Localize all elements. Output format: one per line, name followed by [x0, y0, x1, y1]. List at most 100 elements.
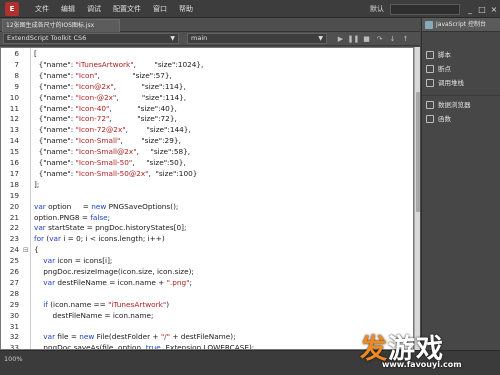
zoom-level[interactable]: 100% — [4, 355, 23, 363]
code-token: { — [34, 158, 44, 167]
panel-item-data-browser[interactable]: 数据浏览器 — [422, 98, 500, 112]
editor-scrollbar[interactable] — [414, 47, 420, 350]
code-line[interactable]: 31 — [1, 322, 413, 333]
string-token: "Icon-Small@2x" — [75, 147, 137, 157]
code-token: (icon.name == — [47, 299, 109, 309]
string-token: "Icon-72@2x" — [75, 125, 126, 135]
menu-help[interactable]: 帮助 — [173, 4, 199, 14]
target-app-select[interactable]: ExtendScript Toolkit CS6 ▼ — [3, 33, 179, 44]
function-select[interactable]: main ▼ — [187, 33, 327, 44]
code-line[interactable]: 9 {"name": "Icon@2x", "size":114}, — [1, 82, 413, 93]
code-token: destFileName = icon.name; — [34, 310, 154, 320]
menu-window[interactable]: 窗口 — [147, 4, 173, 14]
panel-item-callstack[interactable]: 调用堆栈 — [422, 76, 500, 90]
maximize-button[interactable]: □ — [476, 3, 488, 15]
menu-file[interactable]: 文件 — [29, 4, 55, 14]
line-number: 7 — [14, 59, 19, 69]
stop-icon[interactable]: ■ — [361, 33, 372, 44]
code-line[interactable]: 17 {"name": "Icon-Small-50@2x", "size":1… — [1, 169, 413, 180]
code-text: var option = new PNGSaveOptions(); — [34, 202, 178, 213]
menu-debug[interactable]: 调试 — [81, 4, 107, 14]
line-number: 28 — [9, 288, 19, 298]
window-controls: 默认 _ □ × — [370, 0, 500, 18]
code-line[interactable]: 7 {"name": "iTunesArtwork", "size":1024}… — [1, 60, 413, 71]
code-token: option.PNG8 = — [34, 212, 91, 222]
code-token: { — [34, 114, 44, 124]
document-tab[interactable]: 12张图生成各尺寸的IOS图标.jsx — [2, 19, 120, 32]
panel-item-label: 函数 — [438, 115, 451, 123]
menu-items: 文件 编辑 调试 配置文件 窗口 帮助 — [29, 4, 199, 14]
code-token: , "size":72}, — [109, 114, 177, 124]
panel-item-breakpoints[interactable]: 断点 — [422, 62, 500, 76]
line-number: 27 — [9, 277, 19, 287]
code-line[interactable]: 28 — [1, 289, 413, 300]
pause-icon[interactable]: ❚❚ — [348, 33, 360, 44]
code-line[interactable]: 19 — [1, 191, 413, 202]
code-line[interactable]: 16 {"name": "Icon-Small-50", "size":50}, — [1, 158, 413, 169]
code-token: startState = pngDoc.historyStates[0]; — [45, 223, 187, 233]
minimize-button[interactable]: _ — [464, 3, 476, 15]
code-line[interactable]: 29 if (icon.name == "iTunesArtwork") — [1, 300, 413, 311]
code-line[interactable]: 20 var option = new PNGSaveOptions(); — [1, 202, 413, 213]
code-line[interactable]: 30 destFileName = icon.name; — [1, 311, 413, 322]
code-line[interactable]: 10 {"name": "Icon-@2x", "size":114}, — [1, 93, 413, 104]
code-line[interactable]: 25 var icon = icons[i]; — [1, 256, 413, 267]
panel-item-label: 数据浏览器 — [438, 101, 471, 109]
code-text: pngDoc.saveAs(file, option, true, Extens… — [34, 343, 254, 349]
search-input[interactable] — [390, 3, 460, 15]
run-icon[interactable]: ▶ — [335, 33, 346, 44]
code-token: { — [34, 92, 44, 102]
line-number: 15 — [9, 147, 19, 157]
code-line[interactable]: 18]; — [1, 180, 413, 191]
menu-profile[interactable]: 配置文件 — [107, 4, 147, 14]
panel-item-functions[interactable]: 函数 — [422, 112, 500, 126]
keyword-token: for — [34, 234, 45, 244]
line-number: 26 — [9, 267, 19, 276]
code-line[interactable]: 32 var file = new File(destFolder + "/" … — [1, 332, 413, 343]
code-line[interactable]: 22 var startState = pngDoc.historyStates[… — [1, 223, 413, 234]
string-token: "Icon@2x" — [75, 81, 114, 91]
close-button[interactable]: × — [488, 3, 500, 15]
code-line[interactable]: 33 pngDoc.saveAs(file, option, true, Ext… — [1, 343, 413, 349]
code-line[interactable]: 23 for (var i = 0; i < icons.length; i++) — [1, 234, 413, 245]
menu-edit[interactable]: 编辑 — [55, 4, 81, 14]
console-tab[interactable]: JavaScript 控制台 — [422, 18, 500, 32]
scripts-icon — [426, 51, 434, 59]
document-tabstrip: 12张图生成各尺寸的IOS图标.jsx — [0, 18, 420, 32]
line-number: 32 — [9, 332, 19, 342]
code-token: i = 0; i < icons.length; i++) — [61, 234, 165, 244]
code-line[interactable]: 14 {"name": "Icon-Small", "size":29}, — [1, 136, 413, 147]
fold-icon[interactable]: ⊟ — [23, 245, 29, 256]
step-out-icon[interactable]: ↑ — [400, 33, 411, 44]
line-number: 8 — [14, 70, 19, 80]
scrollbar-thumb[interactable] — [416, 92, 420, 212]
code-line[interactable]: 24 ⊟ { — [1, 245, 413, 256]
code-line[interactable]: 27 var destFileName = icon.name + ".png"… — [1, 278, 413, 289]
code-line[interactable]: 15 {"name": "Icon-Small@2x", "size":58}, — [1, 147, 413, 158]
code-line[interactable]: 21 option.PNG8 = false; — [1, 213, 413, 224]
string-token: "iTunesArtwork" — [108, 299, 167, 309]
code-line[interactable]: 12 {"name": "Icon-72", "size":72}, — [1, 114, 413, 125]
code-token: [ — [34, 49, 37, 58]
code-line[interactable]: 8 {"name": "Icon", "size":57}, — [1, 71, 413, 82]
code-token: , "size":58}, — [136, 147, 191, 157]
code-token: "name": — [43, 136, 76, 146]
code-line[interactable]: 6[ — [1, 49, 413, 60]
code-token: File(destFolder + — [94, 332, 161, 342]
line-number: 12 — [9, 114, 19, 124]
code-line[interactable]: 26 pngDoc.resizeImage(icon.size, icon.si… — [1, 267, 413, 278]
app-logo-icon: E — [5, 1, 19, 16]
panel-item-scripts[interactable]: 脚本 — [422, 48, 500, 62]
line-number: 21 — [9, 212, 19, 222]
string-token: "iTunesArtwork" — [75, 59, 134, 69]
step-over-icon[interactable]: ↷ — [374, 33, 385, 44]
code-text: {"name": "Icon-Small-50@2x", "size":100} — [34, 169, 198, 180]
code-text: {"name": "iTunesArtwork", "size":1024}, — [34, 59, 204, 71]
code-text: var icon = icons[i]; — [34, 256, 112, 267]
workspace-select[interactable]: 默认 — [370, 4, 384, 14]
code-line[interactable]: 11 {"name": "Icon-40", "size":40}, — [1, 104, 413, 115]
code-line[interactable]: 13 {"name": "Icon-72@2x", "size":144}, — [1, 125, 413, 136]
code-text: {"name": "Icon-Small-50", "size":50}, — [34, 158, 186, 169]
step-into-icon[interactable]: ↓ — [387, 33, 398, 44]
code-editor[interactable]: 6[7 {"name": "iTunesArtwork", "size":102… — [0, 47, 414, 350]
